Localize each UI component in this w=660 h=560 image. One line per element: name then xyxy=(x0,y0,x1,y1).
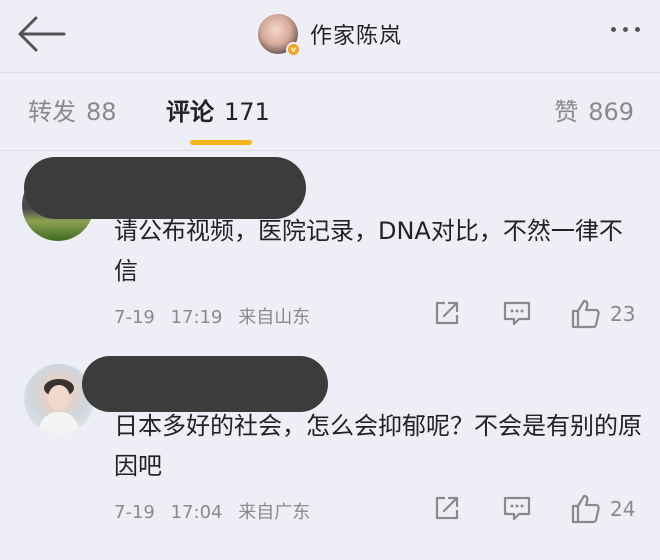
comment-time: 17:04 xyxy=(170,502,223,523)
like-count: 24 xyxy=(610,497,636,521)
tab-label: 转发 xyxy=(28,98,76,126)
comment-icon xyxy=(503,496,531,521)
back-button[interactable] xyxy=(14,14,66,54)
reply-button[interactable] xyxy=(502,298,532,328)
comment-item: 请公布视频，医院记录，DNA对比，不然一律不信 7-19 17:19 来自山东 … xyxy=(0,155,660,350)
thumbs-up-icon xyxy=(571,299,600,329)
comment-page: v 作家陈岚 转发 88 评论 171 赞 869 请公布视频，医院记录，DNA对比，… xyxy=(0,0,660,560)
divider xyxy=(0,72,660,73)
top-nav-bar: v 作家陈岚 xyxy=(0,0,660,70)
comment-location: 来自山东 xyxy=(238,307,311,328)
more-horizontal-icon xyxy=(611,27,616,32)
comment-date: 7-19 xyxy=(114,307,155,328)
comment-date: 7-19 xyxy=(114,502,155,523)
comment-item: 日本多好的社会，怎么会抑郁呢？不会是有别的原因吧 7-19 17:04 来自广东… xyxy=(0,350,660,555)
tab-likes[interactable]: 赞 869 xyxy=(554,92,634,127)
comment-text[interactable]: 请公布视频，医院记录，DNA对比，不然一律不信 xyxy=(114,211,644,291)
post-tabs: 转发 88 评论 171 赞 869 xyxy=(0,92,660,148)
author-name[interactable]: 作家陈岚 xyxy=(310,18,402,50)
active-tab-indicator xyxy=(190,140,252,145)
share-icon xyxy=(435,301,459,325)
tab-repost[interactable]: 转发 88 xyxy=(28,92,117,127)
share-button[interactable] xyxy=(432,298,462,328)
comment-meta: 7-19 17:19 来自山东 xyxy=(114,303,310,329)
comment-icon xyxy=(503,301,531,326)
redacted-username xyxy=(24,157,306,219)
tab-comments[interactable]: 评论 171 xyxy=(166,92,270,127)
comment-text[interactable]: 日本多好的社会，怎么会抑郁呢？不会是有别的原因吧 xyxy=(114,406,644,486)
author-avatar[interactable]: v xyxy=(258,14,301,57)
verified-badge-icon: v xyxy=(286,42,301,57)
tab-label: 赞 xyxy=(554,98,579,126)
tab-count: 88 xyxy=(86,98,117,126)
comment-meta: 7-19 17:04 来自广东 xyxy=(114,498,310,524)
like-count: 23 xyxy=(610,302,636,326)
tab-count: 171 xyxy=(224,98,270,126)
arrow-left-icon xyxy=(18,16,66,52)
share-button[interactable] xyxy=(432,493,462,523)
tab-count: 869 xyxy=(588,98,634,126)
redacted-username xyxy=(82,356,328,412)
more-options-button[interactable] xyxy=(611,27,640,32)
share-icon xyxy=(435,496,459,520)
reply-button[interactable] xyxy=(502,493,532,523)
like-button[interactable]: 23 xyxy=(570,298,635,330)
thumbs-up-icon xyxy=(571,494,600,524)
like-button[interactable]: 24 xyxy=(570,493,635,525)
divider xyxy=(0,150,660,151)
post-author[interactable]: v 作家陈岚 xyxy=(258,8,402,60)
comment-location: 来自广东 xyxy=(238,502,311,523)
tab-label: 评论 xyxy=(166,98,214,126)
comment-time: 17:19 xyxy=(170,307,223,328)
